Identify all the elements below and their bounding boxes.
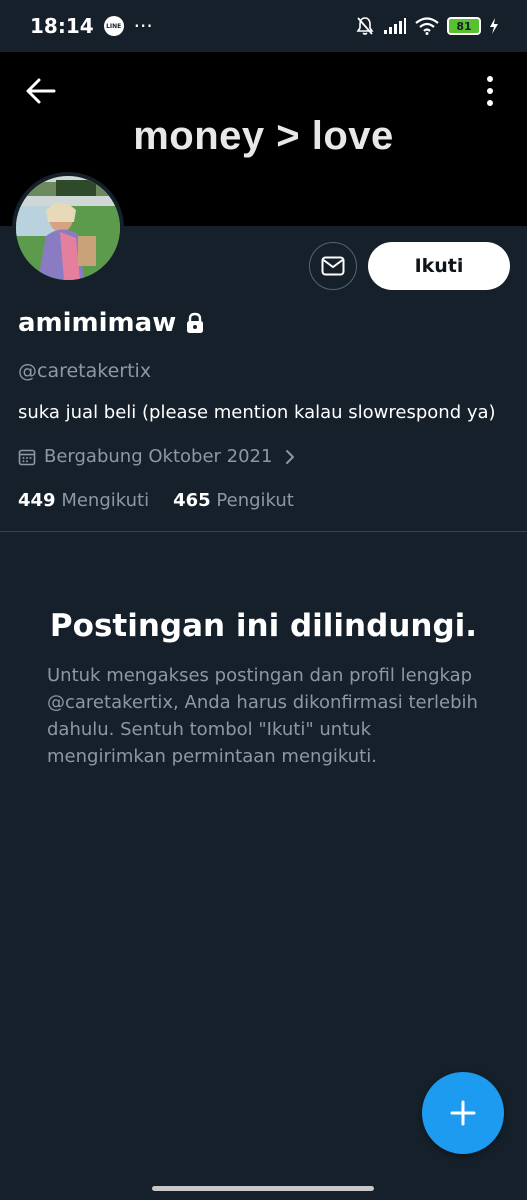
back-button[interactable]	[24, 76, 58, 106]
status-right: 81	[355, 16, 499, 36]
status-time: 18:14	[30, 14, 94, 38]
following-stat[interactable]: 449 Mengikuti	[18, 490, 149, 511]
protected-title: Postingan ini dilindungi.	[49, 608, 478, 644]
avatar[interactable]	[12, 172, 124, 284]
avatar-photo	[16, 176, 120, 280]
following-label: Mengikuti	[61, 490, 150, 511]
bell-muted-icon	[356, 17, 374, 35]
calendar-icon	[18, 449, 36, 465]
home-indicator[interactable]	[152, 1186, 374, 1191]
followers-stat[interactable]: 465 Pengikut	[173, 490, 294, 511]
followers-label: Pengikut	[216, 490, 294, 511]
signal-icon	[384, 18, 406, 34]
more-vertical-icon	[487, 76, 493, 106]
status-left: 18:14 LINE ···	[30, 14, 153, 38]
more-notifications-icon: ···	[133, 14, 153, 38]
following-count: 449	[18, 490, 56, 511]
joined-date-row[interactable]: Bergabung Oktober 2021	[18, 446, 296, 467]
status-bar: 18:14 LINE ··· 81	[0, 0, 527, 52]
name-row: amimimaw	[18, 308, 204, 338]
divider	[0, 531, 527, 532]
joined-date: Bergabung Oktober 2021	[44, 446, 273, 467]
follow-button[interactable]: Ikuti	[368, 242, 510, 290]
more-options-button[interactable]	[483, 74, 497, 108]
protected-text: Untuk mengakses postingan dan profil len…	[47, 665, 478, 767]
line-app-icon: LINE	[103, 16, 124, 36]
bio: suka jual beli (please mention kalau slo…	[18, 402, 496, 423]
wifi-icon	[415, 17, 439, 35]
follow-stats: 449 Mengikuti 465 Pengikut	[18, 490, 294, 511]
envelope-icon	[321, 256, 345, 276]
plus-icon	[450, 1100, 476, 1126]
banner-text: money > love	[133, 114, 394, 158]
charging-icon	[490, 18, 498, 34]
display-name: amimimaw	[18, 308, 177, 338]
arrow-left-icon	[26, 78, 56, 104]
compose-button[interactable]	[422, 1072, 504, 1154]
battery-icon: 81	[447, 17, 481, 35]
chevron-right-icon	[286, 449, 295, 464]
followers-count: 465	[173, 490, 211, 511]
message-button[interactable]	[309, 242, 357, 290]
user-handle: @caretakertix	[18, 360, 152, 382]
lock-icon	[187, 312, 204, 333]
